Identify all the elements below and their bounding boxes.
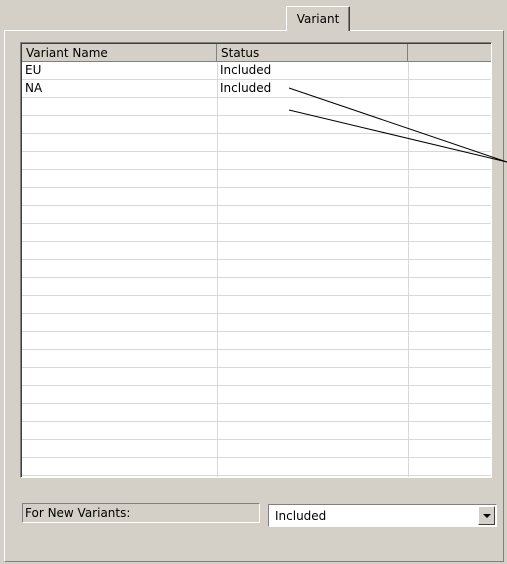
chevron-down-icon [483, 514, 491, 518]
table-body [22, 62, 491, 477]
column-header-status[interactable]: Status [217, 44, 408, 62]
table-row-na-status[interactable]: Included [217, 80, 408, 98]
new-variants-status-select[interactable]: Included [268, 504, 497, 527]
table-row-eu-name[interactable]: EU [22, 62, 217, 80]
column-header-extra[interactable] [408, 44, 491, 62]
tab-variant[interactable]: Variant [286, 6, 350, 31]
dropdown-button[interactable] [478, 506, 495, 525]
variant-table: Variant Name Status EU Included NA Inclu… [20, 42, 492, 478]
column-header-variant-name[interactable]: Variant Name [22, 44, 217, 62]
for-new-variants-label: For New Variants: [22, 503, 260, 523]
table-row-na-name[interactable]: NA [22, 80, 217, 98]
select-value: Included [275, 509, 327, 523]
table-row-eu-status[interactable]: Included [217, 62, 408, 80]
